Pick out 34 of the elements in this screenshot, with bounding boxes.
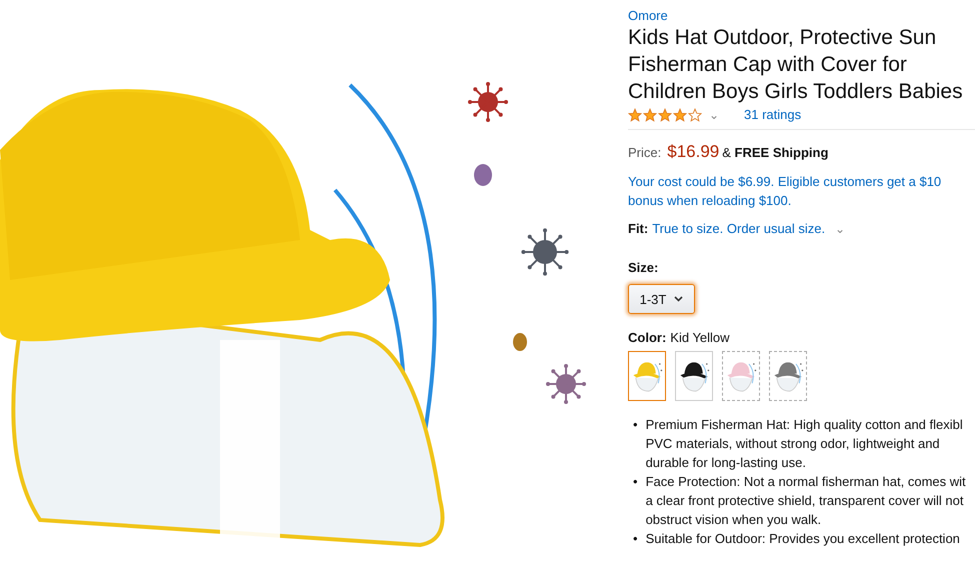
- color-value: Kid Yellow: [670, 330, 730, 345]
- bullet-marker: •: [633, 416, 638, 434]
- color-swatch[interactable]: [628, 351, 666, 401]
- product-title: Fisherman Cap with Cover for: [628, 52, 908, 78]
- shipping-text: & FREE Shipping: [722, 145, 828, 160]
- price-label: Price:: [628, 145, 662, 160]
- product-title: Kids Hat Outdoor, Protective Sun: [628, 25, 938, 51]
- star-icon: [673, 108, 687, 122]
- price-amount: $16.99: [667, 142, 720, 162]
- star-icon: [688, 108, 702, 122]
- ratings-link[interactable]: 31 ratings: [744, 107, 802, 122]
- size-dropdown[interactable]: 1-3T: [628, 284, 695, 314]
- caret-icon[interactable]: ⌄: [835, 222, 846, 236]
- fit-link[interactable]: True to size. Order usual size.: [652, 221, 826, 236]
- size-label: Size:: [628, 260, 660, 275]
- color-label: Color:: [628, 330, 666, 345]
- feature-bullet: Premium Fisherman Hat: High quality cotton and flexibl PVC materials, without strong odor, lightweight and durable for long-lasting use.: [646, 416, 963, 472]
- chevron-down-icon: [674, 296, 684, 302]
- promo-text[interactable]: bonus when reloading $100.: [628, 191, 975, 210]
- star-icon: [658, 108, 672, 122]
- color-swatch[interactable]: [769, 351, 807, 401]
- bullet-marker: •: [633, 530, 638, 548]
- color-swatch[interactable]: [675, 351, 713, 401]
- product-title: Children Boys Girls Toddlers Babies: [628, 79, 964, 105]
- star-icon: [628, 108, 642, 122]
- color-swatch[interactable]: [722, 351, 760, 401]
- promo-text[interactable]: Your cost could be $6.99. Eligible customers get a $10: [628, 172, 975, 191]
- bullet-marker: •: [633, 473, 638, 491]
- caret-icon[interactable]: ⌄: [709, 108, 719, 122]
- star-icon: [643, 108, 657, 122]
- feature-bullet: Suitable for Outdoor: Provides you excellent protection: [646, 530, 960, 548]
- brand-link[interactable]: Omore: [628, 8, 975, 23]
- fit-label: Fit:: [628, 221, 648, 236]
- feature-bullet: Face Protection: Not a normal fisherman hat, comes wit a clear front protective shield, transparent cover will not obstruct vision when you walk.: [646, 473, 966, 529]
